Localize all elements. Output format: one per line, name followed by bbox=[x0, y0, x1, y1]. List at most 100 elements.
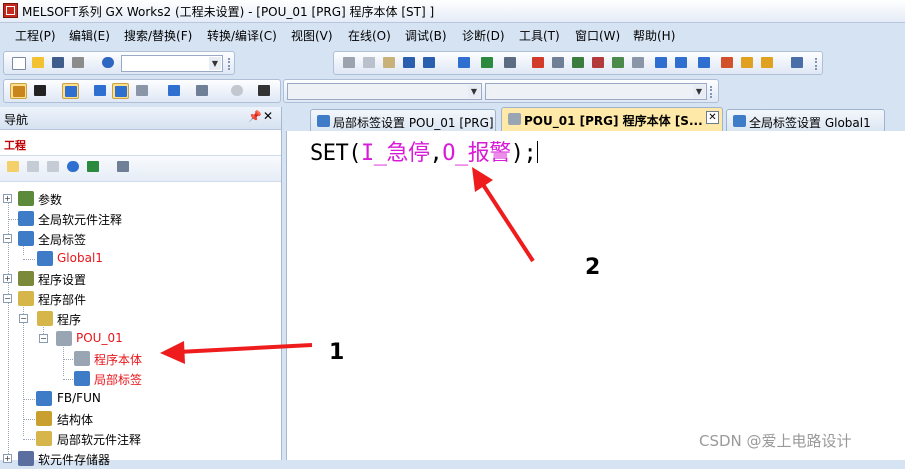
module-tree-icon[interactable] bbox=[32, 83, 49, 99]
toolbar-grip[interactable] bbox=[228, 58, 233, 70]
menu-find-replace[interactable]: 搜索/替换(F) bbox=[124, 27, 192, 44]
code-suffix: ); bbox=[510, 141, 537, 166]
tree-label: 程序设置 bbox=[38, 273, 87, 287]
navigation-section: 工程 bbox=[0, 129, 281, 155]
collapse-minus-icon[interactable]: − bbox=[39, 334, 48, 343]
tab-local-label-settings[interactable]: 局部标签设置 POU_01 [PRG] bbox=[310, 109, 496, 131]
parameter-icon bbox=[18, 191, 34, 206]
global-label-icon bbox=[18, 231, 34, 246]
text-caret bbox=[537, 141, 539, 163]
menu-project[interactable]: 工程(P) bbox=[15, 27, 56, 44]
copy-icon[interactable] bbox=[361, 55, 378, 71]
tab-global-label-settings[interactable]: 全局标签设置 Global1 bbox=[726, 109, 885, 131]
verify-plc-icon[interactable] bbox=[502, 55, 519, 71]
callout-1: 1 bbox=[329, 340, 345, 365]
find-prev-icon[interactable] bbox=[610, 55, 627, 71]
search-toolbar: ▼ ▼ bbox=[283, 79, 719, 103]
paste-icon[interactable] bbox=[381, 55, 398, 71]
comment-icon[interactable] bbox=[759, 55, 776, 71]
navigation-toolbar bbox=[0, 155, 281, 182]
output-window-button[interactable] bbox=[62, 83, 79, 99]
new-data-icon[interactable] bbox=[5, 159, 22, 175]
device-list-button[interactable] bbox=[112, 83, 129, 99]
pin-icon[interactable]: 📌 bbox=[248, 110, 262, 123]
new-project-button[interactable] bbox=[10, 55, 27, 71]
st-editor[interactable]: SET(I_急停,O_报警); bbox=[286, 131, 905, 460]
print-button[interactable] bbox=[70, 55, 87, 71]
find-device-icon[interactable] bbox=[570, 55, 587, 71]
undo-icon[interactable] bbox=[401, 55, 418, 71]
navigation-toggle-button[interactable] bbox=[10, 83, 27, 99]
project-tree: + 参数 全局软元件注释 − 全局标签 Global1 + 程序设置 − 程序部… bbox=[0, 182, 281, 467]
project-combo[interactable]: ▼ bbox=[121, 55, 223, 72]
device-comment-icon[interactable] bbox=[134, 83, 151, 99]
label-filter-combo[interactable]: ▼ bbox=[287, 83, 482, 100]
tree-label: 局部软元件注释 bbox=[57, 433, 142, 447]
jump-icon[interactable] bbox=[719, 55, 736, 71]
collapse-minus-icon[interactable]: − bbox=[19, 314, 28, 323]
cut-icon[interactable] bbox=[341, 55, 358, 71]
tab-program-body[interactable]: POU_01 [PRG] 程序本体 [S... ✕ bbox=[501, 107, 723, 131]
tab-label: POU_01 [PRG] 程序本体 [S... bbox=[524, 114, 703, 128]
monitor-mode-icon[interactable] bbox=[166, 83, 183, 99]
collapse-minus-icon[interactable]: − bbox=[3, 234, 12, 243]
menu-diagnostics[interactable]: 诊断(D) bbox=[462, 27, 505, 44]
globe-icon bbox=[733, 115, 746, 127]
navigation-pane: 导航 📌 ✕ 工程 + 参数 全局软元件注释 − 全局标签 Global1 + … bbox=[0, 107, 282, 467]
monitor-window-icon[interactable] bbox=[789, 55, 806, 71]
monitor-start-icon[interactable] bbox=[530, 55, 547, 71]
menu-debug[interactable]: 调试(B) bbox=[405, 27, 447, 44]
toolbar-grip[interactable] bbox=[815, 58, 820, 70]
find-next-icon[interactable] bbox=[590, 55, 607, 71]
device-view-icon[interactable] bbox=[92, 83, 109, 99]
struct-icon bbox=[36, 411, 52, 426]
property-icon[interactable] bbox=[65, 159, 82, 175]
st-program-icon bbox=[508, 113, 521, 125]
refresh-icon[interactable] bbox=[85, 159, 102, 175]
save-button[interactable] bbox=[50, 55, 67, 71]
close-pane-button[interactable]: ✕ bbox=[263, 109, 273, 123]
menu-view[interactable]: 视图(V) bbox=[291, 27, 333, 44]
device-list-icon[interactable] bbox=[653, 55, 670, 71]
st-program-icon bbox=[56, 331, 72, 346]
collapse-minus-icon[interactable]: − bbox=[3, 294, 12, 303]
toolbar-grip[interactable] bbox=[710, 86, 715, 98]
bookmark-icon[interactable] bbox=[739, 55, 756, 71]
copy-data-icon[interactable] bbox=[25, 159, 42, 175]
program-body-icon bbox=[74, 351, 90, 366]
menu-help[interactable]: 帮助(H) bbox=[633, 27, 675, 44]
tree-label: 全局标签 bbox=[38, 233, 87, 247]
chevron-down-icon: ▼ bbox=[209, 57, 221, 70]
open-folder-button[interactable] bbox=[30, 55, 47, 71]
paste-data-icon[interactable] bbox=[45, 159, 62, 175]
redo-icon[interactable] bbox=[421, 55, 438, 71]
menu-tools[interactable]: 工具(T) bbox=[519, 27, 560, 44]
expand-plus-icon[interactable]: + bbox=[3, 194, 12, 203]
expand-plus-icon[interactable]: + bbox=[3, 454, 12, 463]
online-data-icon[interactable] bbox=[194, 83, 211, 99]
menu-edit[interactable]: 编辑(E) bbox=[69, 27, 110, 44]
help-disabled-icon[interactable] bbox=[229, 83, 246, 99]
device-test-icon[interactable] bbox=[696, 55, 713, 71]
code-arg-emergency-stop: I_急停 bbox=[360, 141, 430, 166]
search-combo[interactable]: ▼ bbox=[485, 83, 707, 100]
close-tab-button[interactable]: ✕ bbox=[706, 111, 719, 124]
menu-convert-compile[interactable]: 转换/编译(C) bbox=[207, 27, 277, 44]
device-comment-icon bbox=[18, 211, 34, 226]
menu-window[interactable]: 窗口(W) bbox=[575, 27, 620, 44]
view-toolbar bbox=[3, 79, 281, 103]
code-line-1[interactable]: SET(I_急停,O_报警); bbox=[310, 135, 539, 167]
cross-reference-icon[interactable] bbox=[630, 55, 647, 71]
monitor-stop-icon[interactable] bbox=[550, 55, 567, 71]
binoculars-icon[interactable] bbox=[256, 83, 273, 99]
menu-online[interactable]: 在线(O) bbox=[348, 27, 391, 44]
window-title: MELSOFT系列 GX Works2 (工程未设置) - [POU_01 [P… bbox=[22, 5, 435, 19]
help-button[interactable] bbox=[100, 55, 117, 71]
expand-plus-icon[interactable]: + bbox=[3, 274, 12, 283]
global-label-icon bbox=[37, 251, 53, 266]
section-title: 工程 bbox=[4, 139, 26, 152]
device-batch-icon[interactable] bbox=[673, 55, 690, 71]
write-plc-icon[interactable] bbox=[479, 55, 496, 71]
sort-icon[interactable] bbox=[115, 159, 132, 175]
read-plc-icon[interactable] bbox=[456, 55, 473, 71]
